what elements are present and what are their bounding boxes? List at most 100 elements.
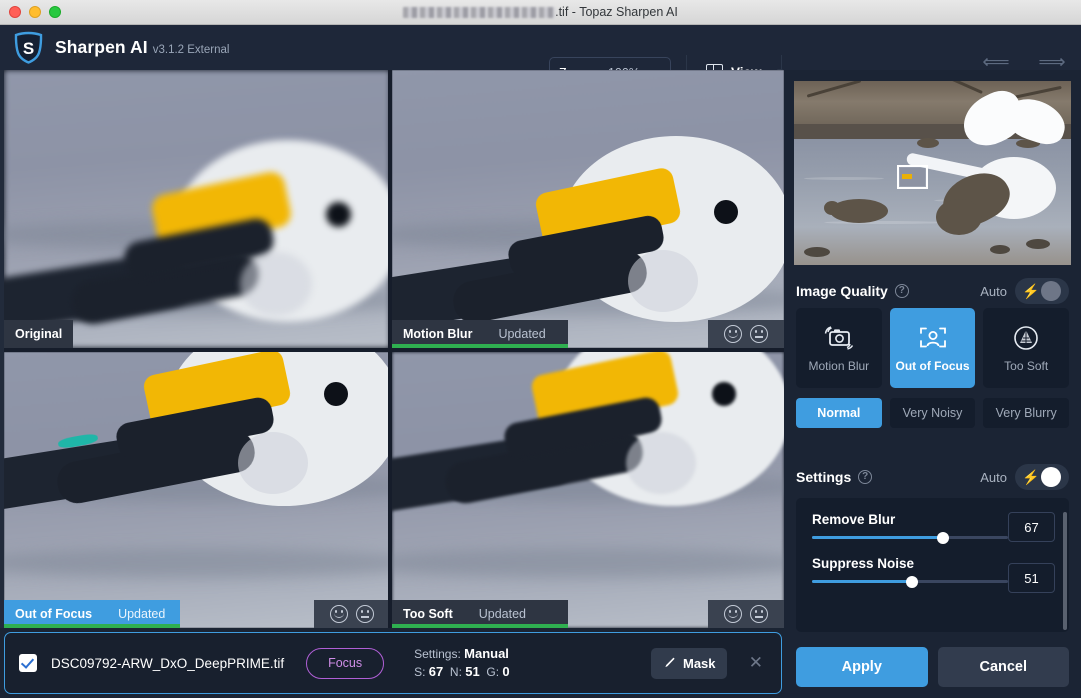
focus-person-icon [916, 324, 950, 352]
quality-very-blurry[interactable]: Very Blurry [983, 398, 1070, 428]
redacted-filename [403, 6, 556, 18]
happy-face-icon[interactable] [330, 605, 348, 623]
preview-label-original: Original [4, 320, 74, 348]
quality-level-row: Normal Very Noisy Very Blurry [784, 388, 1081, 428]
quality-normal[interactable]: Normal [796, 398, 882, 428]
s-value: 67 [428, 664, 444, 679]
mode-label: Out of Focus [895, 358, 970, 373]
slider-handle[interactable] [905, 575, 918, 588]
n-value: 51 [465, 664, 480, 679]
preview-panel-too-soft[interactable]: Too Soft Updated [392, 352, 784, 628]
image-quality-title: Image Quality [796, 283, 888, 299]
apply-button[interactable]: Apply [796, 647, 928, 687]
image-quality-auto-toggle[interactable]: ⚡ [1015, 278, 1069, 304]
window-title: .tif - Topaz Sharpen AI [0, 0, 1081, 25]
help-icon[interactable]: ? [858, 470, 873, 484]
preview-rating-out-of-focus [314, 600, 390, 628]
svg-text:S: S [23, 39, 34, 58]
goose-head-image [392, 352, 784, 628]
neutral-face-icon[interactable] [750, 605, 768, 623]
brush-icon [662, 656, 676, 670]
app-header: S Sharpen AIv3.1.2 External Zoom 100% ▼ … [0, 25, 1081, 90]
slider-value[interactable]: 51 [1008, 563, 1055, 593]
preview-panel-motion-blur[interactable]: Motion Blur Updated [392, 70, 784, 348]
bolt-icon: ⚡ [1022, 283, 1040, 299]
close-file-icon[interactable]: ✕ [749, 653, 763, 673]
preview-name: Too Soft [403, 607, 453, 621]
preview-rating-too-soft [708, 600, 784, 628]
n-label: N: [449, 665, 462, 679]
navigator-preview[interactable] [794, 81, 1071, 265]
g-value: 0 [502, 664, 510, 679]
window-titlebar: .tif - Topaz Sharpen AI [0, 0, 1081, 25]
help-icon[interactable]: ? [894, 284, 909, 298]
goose-head-image [4, 352, 390, 628]
preview-updated-bar [4, 624, 180, 628]
happy-face-icon[interactable] [724, 325, 742, 343]
g-label: G: [486, 665, 500, 679]
settings-prefix: Settings: [414, 647, 461, 661]
grid-horizontal-divider [0, 348, 784, 352]
settings-sliders: Remove Blur 67 Suppress Noise 51 [796, 498, 1069, 632]
slider-handle[interactable] [937, 531, 950, 544]
brand-name: Sharpen AI [55, 37, 148, 57]
preview-status: Updated [118, 607, 166, 621]
settings-auto-label: Auto [980, 469, 1007, 485]
settings-section: Settings ? Auto ⚡ Remove Blur 67 Suppres… [784, 460, 1081, 632]
image-quality-header: Image Quality ? Auto ⚡ [784, 274, 1081, 308]
quality-very-noisy[interactable]: Very Noisy [889, 398, 976, 428]
image-quality-auto-label: Auto [980, 283, 1007, 299]
settings-scrollbar[interactable] [1063, 512, 1067, 630]
slider-value[interactable]: 67 [1008, 512, 1055, 542]
preview-name: Motion Blur [403, 327, 473, 341]
cone-circle-icon [1009, 324, 1043, 352]
slider-track[interactable] [812, 575, 1008, 588]
preview-panel-out-of-focus[interactable]: Out of Focus Updated [4, 352, 390, 628]
slider-suppress-noise: Suppress Noise 51 [812, 556, 1055, 593]
preview-name: Out of Focus [15, 607, 93, 621]
navigator-selection-rect[interactable] [897, 165, 928, 189]
mode-label: Motion Blur [808, 358, 870, 373]
preview-panel-original[interactable]: Original [4, 70, 390, 348]
settings-header: Settings ? Auto ⚡ [784, 460, 1081, 494]
settings-auto-toggle[interactable]: ⚡ [1015, 464, 1069, 490]
slider-remove-blur: Remove Blur 67 [812, 512, 1055, 544]
right-panel: Image Quality ? Auto ⚡ Motion Blur Out o… [784, 70, 1081, 698]
file-name: DSC09792-ARW_DxO_DeepPRIME.tif [51, 655, 285, 671]
preview-status: Updated [498, 327, 546, 341]
mask-button[interactable]: Mask [650, 647, 727, 679]
window-title-suffix: .tif - Topaz Sharpen AI [555, 4, 678, 19]
settings-title: Settings [796, 469, 852, 485]
image-quality-section: Image Quality ? Auto ⚡ Motion Blur Out o… [784, 274, 1081, 428]
file-bar: DSC09792-ARW_DxO_DeepPRIME.tif Focus Set… [4, 632, 782, 694]
mode-too-soft[interactable]: Too Soft [983, 308, 1070, 388]
bolt-icon: ⚡ [1022, 469, 1040, 485]
happy-face-icon[interactable] [724, 605, 742, 623]
preview-grid: Original Motion Blur Updated Out of Focu… [0, 70, 784, 628]
action-buttons: Apply Cancel [784, 636, 1081, 698]
mode-out-of-focus[interactable]: Out of Focus [889, 308, 976, 388]
sharpen-ai-logo-icon: S [12, 31, 45, 64]
goose-head-image [4, 70, 390, 348]
settings-summary: Settings: Manual S: 67 N: 51 G: 0 [414, 645, 510, 681]
file-checkbox[interactable] [19, 654, 37, 672]
settings-mode: Manual [464, 646, 509, 661]
mode-motion-blur[interactable]: Motion Blur [796, 308, 882, 388]
app-logo: S Sharpen AI v3.1.2 External [12, 31, 229, 64]
preview-name: Original [15, 327, 63, 341]
mask-label: Mask [682, 655, 716, 671]
s-label: S: [414, 665, 426, 679]
slider-track[interactable] [812, 531, 1008, 544]
brand-version: v3.1.2 External [152, 44, 230, 56]
neutral-face-icon[interactable] [750, 325, 768, 343]
neutral-face-icon[interactable] [356, 605, 374, 623]
goose-head-image [392, 70, 784, 348]
focus-button[interactable]: Focus [306, 647, 385, 679]
grid-left-edge [0, 70, 4, 628]
preview-status: Updated [478, 607, 527, 621]
preview-rating-motion-blur [708, 320, 784, 348]
mode-label: Too Soft [1004, 358, 1049, 373]
sharpen-ai-window: .tif - Topaz Sharpen AI S Sharpen AI v3.1… [0, 0, 1081, 698]
camera-shake-icon [822, 324, 856, 352]
cancel-button[interactable]: Cancel [937, 647, 1069, 687]
